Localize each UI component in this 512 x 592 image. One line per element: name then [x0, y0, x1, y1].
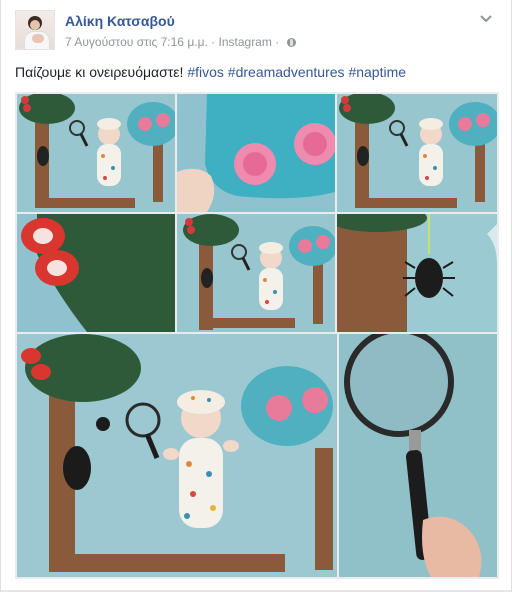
photo-8[interactable]: [339, 334, 497, 577]
chevron-down-icon[interactable]: [479, 14, 493, 24]
author-name[interactable]: Αλίκη Κατσαβού: [65, 13, 175, 29]
meta-separator-2: ·: [275, 35, 280, 49]
photo-1[interactable]: [17, 94, 175, 212]
post-header: Αλίκη Κατσαβού 7 Αυγούστου στις 7:16 μ.μ…: [15, 10, 495, 54]
author-avatar[interactable]: [15, 10, 55, 50]
photo-7[interactable]: [17, 334, 337, 577]
photo-4[interactable]: [17, 214, 175, 332]
hashtag-fivos[interactable]: #fivos: [187, 64, 224, 80]
post-meta: 7 Αυγούστου στις 7:16 μ.μ. · Instagram ·: [65, 35, 296, 49]
hashtag-dreamadventures[interactable]: #dreamadventures: [228, 64, 345, 80]
meta-separator: ·: [211, 35, 216, 49]
photo-5[interactable]: [177, 214, 335, 332]
photo-2[interactable]: [177, 94, 335, 212]
photo-gallery: [15, 92, 499, 579]
post-text: Παίζουμε κι ονειρευόμαστε! #fivos #dream…: [15, 64, 406, 80]
facebook-post: Αλίκη Κατσαβού 7 Αυγούστου στις 7:16 μ.μ…: [0, 0, 512, 592]
post-message: Παίζουμε κι ονειρευόμαστε!: [15, 64, 184, 80]
post-source[interactable]: Instagram: [219, 35, 272, 49]
hashtag-naptime[interactable]: #naptime: [348, 64, 406, 80]
photo-3[interactable]: [337, 94, 497, 212]
photo-6[interactable]: [337, 214, 497, 332]
post-date[interactable]: 7 Αυγούστου στις 7:16 μ.μ.: [65, 35, 208, 49]
globe-icon[interactable]: [286, 38, 296, 47]
